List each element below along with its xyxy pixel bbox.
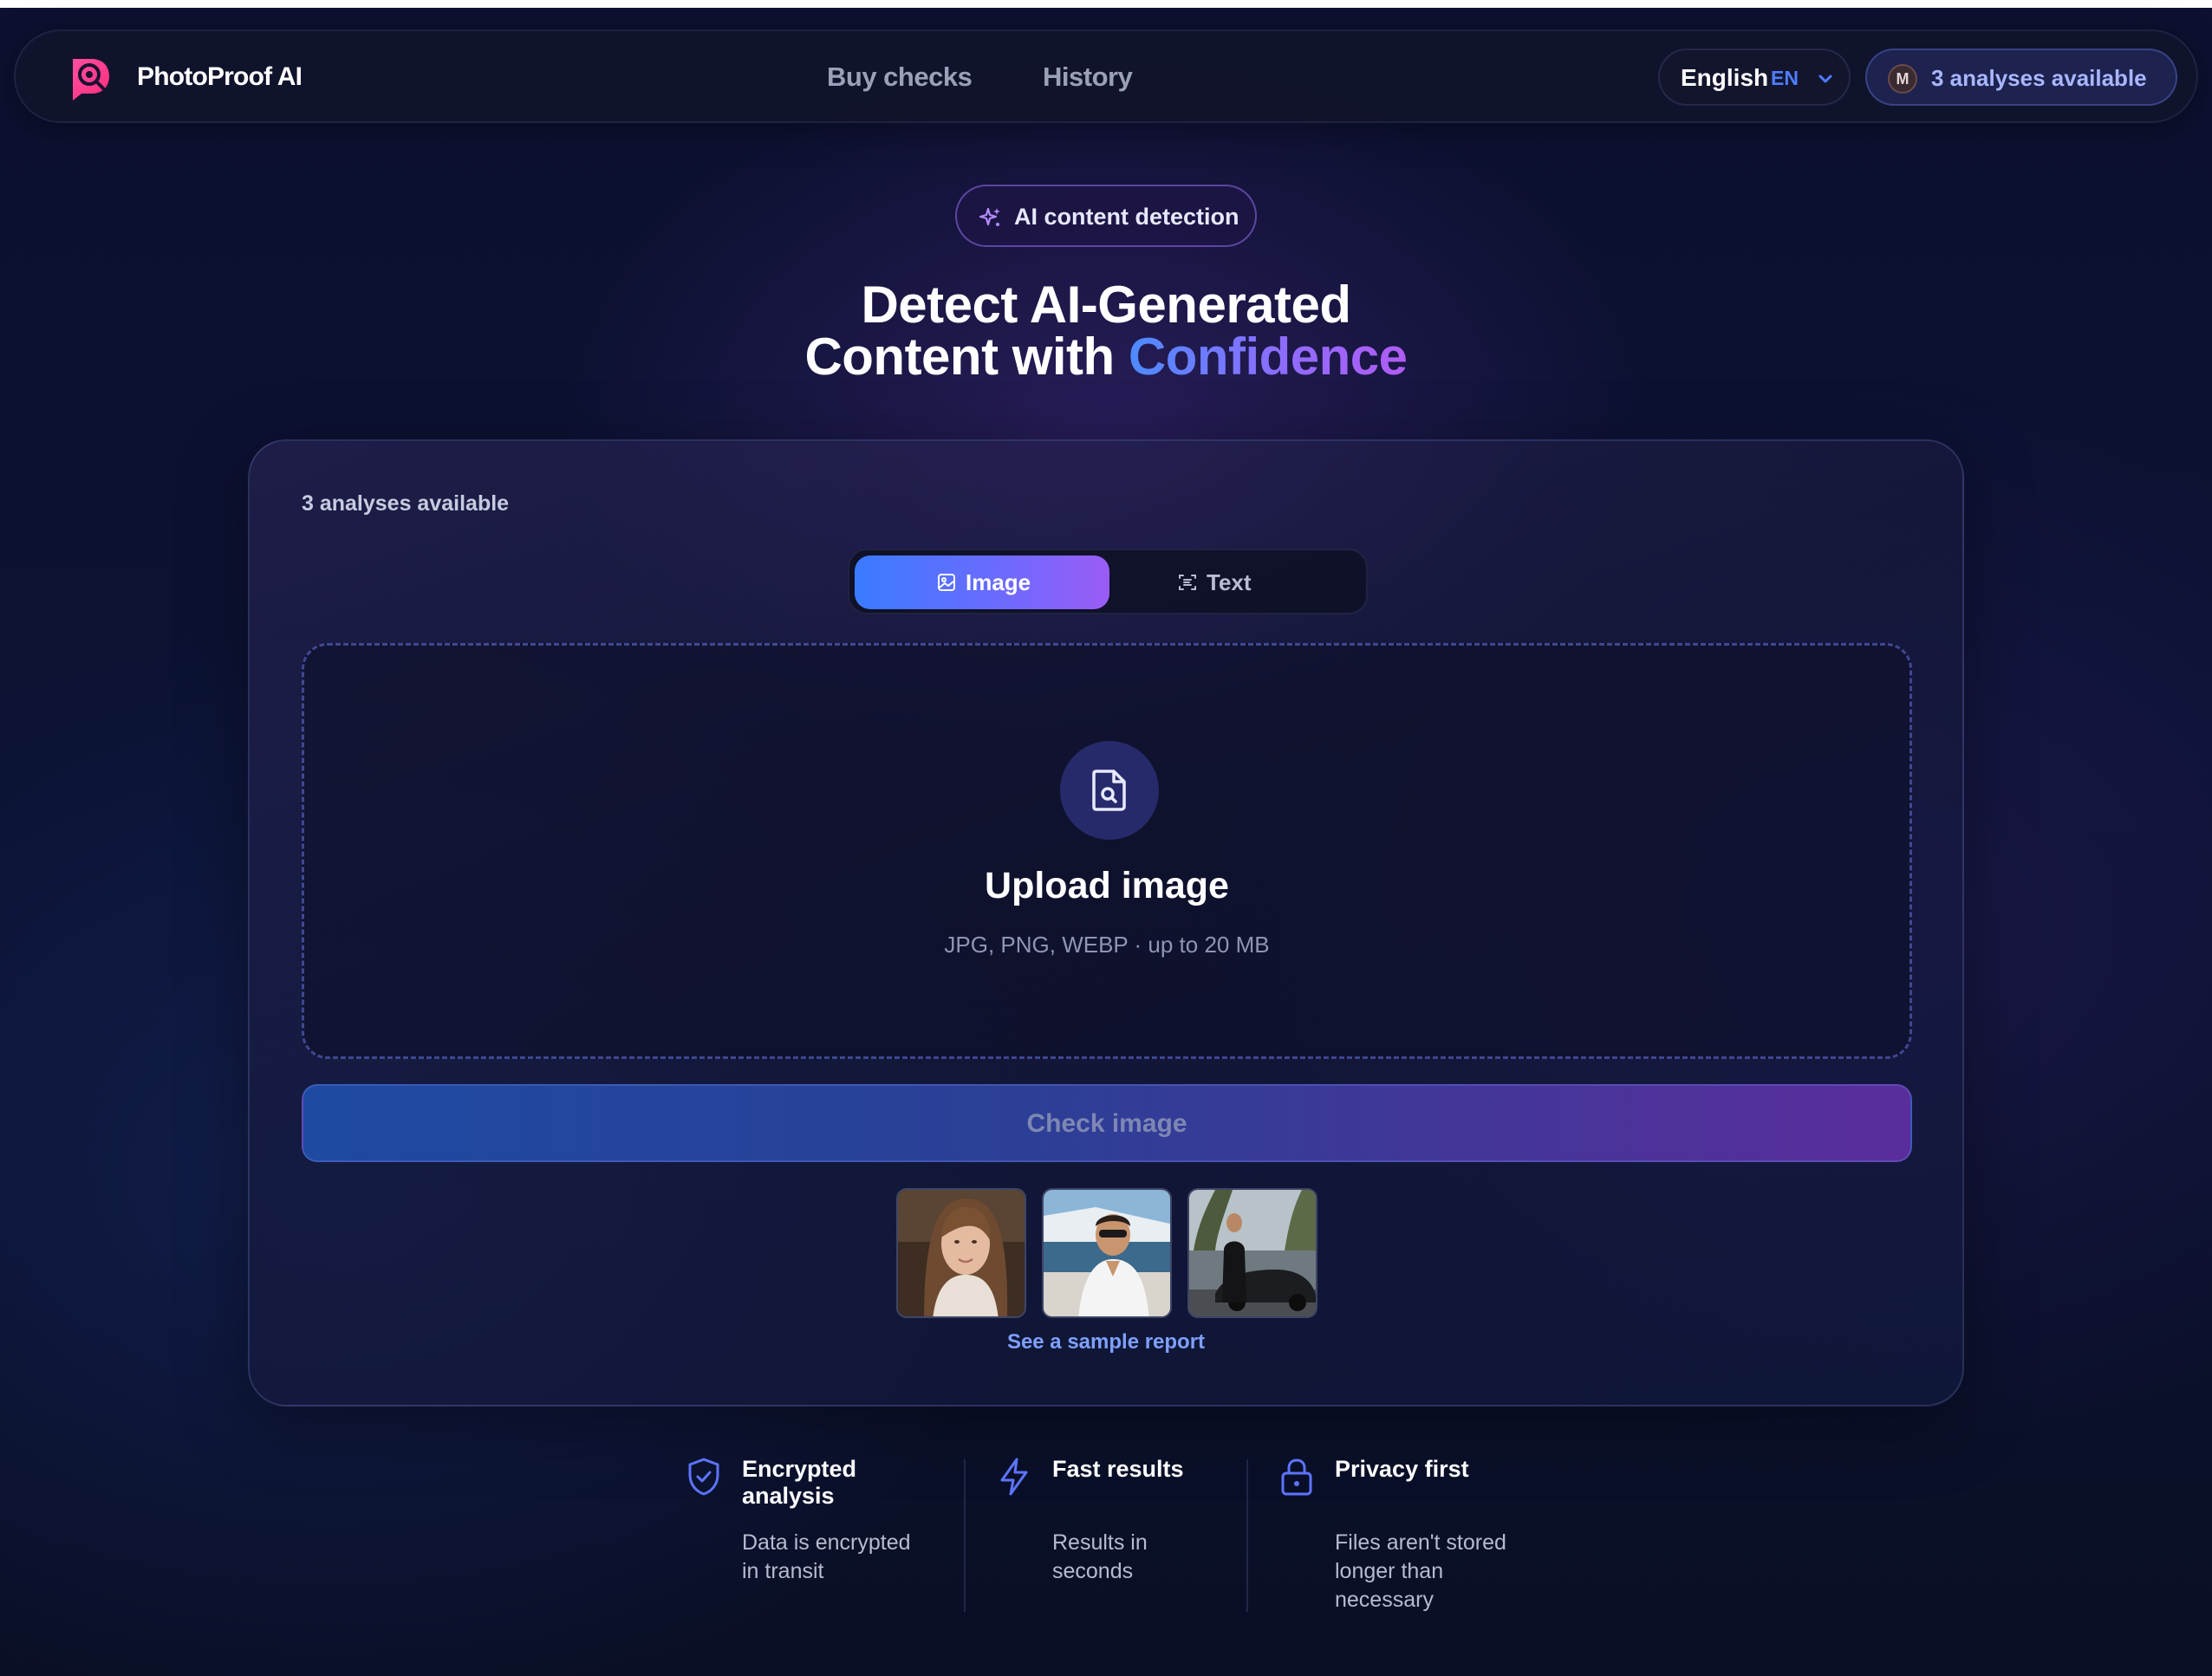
file-search-icon (1091, 769, 1128, 812)
feature-divider (964, 1459, 966, 1612)
feature-title: Fast results (1052, 1456, 1184, 1482)
title-line-1: Detect AI-Generated (861, 276, 1351, 334)
sample-images (896, 1188, 1319, 1318)
page-title: Detect AI-Generated Content with Confide… (586, 279, 1626, 383)
check-image-label: Check image (1026, 1109, 1187, 1138)
top-navbar: PhotoProof AI Buy checks History English… (14, 29, 2198, 123)
language-name: English (1681, 64, 1769, 91)
upload-icon-circle (1060, 741, 1159, 840)
brand-name[interactable]: PhotoProof AI (137, 62, 303, 92)
account-credits-button[interactable]: M 3 analyses available (1865, 49, 2177, 106)
nav-history[interactable]: History (1043, 62, 1133, 93)
image-upload-dropzone[interactable]: Upload image JPG, PNG, WEBP · up to 20 M… (302, 643, 1912, 1059)
feature-title: Privacy first (1335, 1456, 1469, 1482)
analysis-card: 3 analyses available Image Text Upload i… (248, 439, 1964, 1406)
check-image-button[interactable]: Check image (302, 1084, 1912, 1162)
lock-icon (1278, 1456, 1316, 1497)
feature-desc: Files aren't stored longer than necessar… (1335, 1530, 1506, 1612)
sample-man-on-yacht[interactable] (1042, 1188, 1172, 1318)
photoproof-logo-icon[interactable] (62, 52, 114, 104)
language-selector[interactable]: English EN (1658, 49, 1851, 106)
language-code: EN (1771, 67, 1799, 89)
ai-detection-badge: AI content detection (955, 185, 1257, 247)
chevron-down-icon (1816, 69, 1835, 88)
feature-desc: Data is encrypted in transit (742, 1530, 911, 1583)
mode-tabs: Image Text (848, 549, 1368, 614)
credits-label: 3 analyses available (1931, 65, 2147, 91)
shield-check-icon (685, 1456, 723, 1497)
top-edge (0, 0, 2212, 8)
sparkle-icon (979, 206, 1002, 229)
feature-desc: Results in seconds (1052, 1530, 1148, 1583)
feature-divider (1246, 1459, 1248, 1612)
text-scan-icon (1177, 572, 1198, 593)
nav-buy-checks[interactable]: Buy checks (827, 62, 973, 93)
title-line-2: Content with Confidence (586, 331, 1626, 383)
sample-man-with-car[interactable] (1187, 1188, 1317, 1318)
badge-label: AI content detection (1014, 204, 1239, 230)
upload-title: Upload image (985, 865, 1229, 906)
card-credits-label: 3 analyses available (302, 491, 510, 516)
tab-image[interactable]: Image (855, 555, 1109, 609)
image-icon (936, 572, 957, 593)
upload-formats: JPG, PNG, WEBP · up to 20 MB (944, 932, 1270, 958)
tab-text[interactable]: Text (1115, 555, 1364, 609)
sample-portrait-woman[interactable] (896, 1188, 1026, 1318)
title-line-2-prefix: Content with (804, 328, 1129, 386)
avatar: M (1888, 64, 1917, 94)
feature-title: Encrypted analysis (742, 1456, 857, 1509)
lightning-icon (995, 1456, 1033, 1497)
sample-report-link[interactable]: See a sample report (250, 1330, 1962, 1354)
title-accent: Confidence (1128, 328, 1408, 386)
tab-image-label: Image (966, 569, 1031, 595)
tab-text-label: Text (1207, 569, 1252, 595)
